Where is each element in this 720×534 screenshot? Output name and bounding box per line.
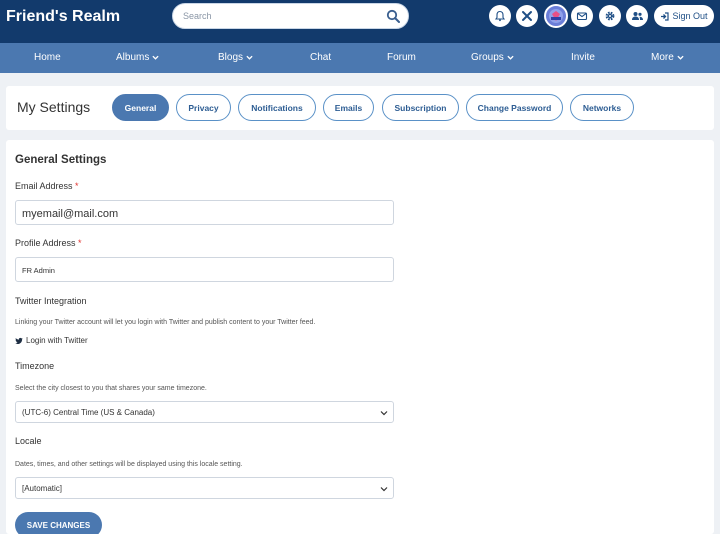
save-changes-button[interactable]: SAVE CHANGES	[15, 512, 102, 534]
tools-button[interactable]	[516, 5, 538, 27]
locale-select[interactable]: [Automatic]	[15, 477, 394, 499]
top-bar: Friend's Realm Search Sign Out	[0, 0, 720, 43]
sign-out-icon	[661, 11, 670, 21]
chevron-down-icon	[507, 55, 514, 60]
main-nav: Home Albums Blogs Chat Forum Groups Invi…	[0, 43, 720, 73]
login-with-twitter-label: Login with Twitter	[26, 336, 88, 345]
general-settings-panel: General Settings Email Address * myemail…	[6, 140, 714, 534]
login-with-twitter-link[interactable]: Login with Twitter	[15, 336, 88, 345]
messages-button[interactable]	[571, 5, 593, 27]
required-mark: *	[75, 181, 79, 191]
twitter-hint: Linking your Twitter account will let yo…	[15, 319, 316, 326]
chevron-down-icon	[677, 55, 684, 60]
notifications-button[interactable]	[489, 5, 511, 27]
settings-button[interactable]	[599, 5, 621, 27]
twitter-icon	[15, 337, 23, 344]
tab-change-password[interactable]: Change Password	[466, 94, 563, 121]
nav-chat[interactable]: Chat	[310, 43, 331, 73]
timezone-label: Timezone	[15, 361, 55, 371]
users-icon	[631, 12, 643, 20]
tab-subscription[interactable]: Subscription	[382, 94, 459, 121]
settings-tab-bar: My Settings General Privacy Notification…	[6, 86, 714, 130]
profile-address-field[interactable]: FR Admin	[15, 257, 394, 282]
page-title: My Settings	[17, 99, 91, 115]
envelope-icon	[576, 12, 588, 21]
locale-hint: Dates, times, and other settings will be…	[15, 461, 243, 468]
nav-blogs[interactable]: Blogs	[218, 43, 253, 73]
email-field[interactable]: myemail@mail.com	[15, 200, 394, 225]
nav-groups[interactable]: Groups	[471, 43, 514, 73]
tools-icon	[522, 11, 532, 21]
profile-avatar-button[interactable]	[544, 4, 568, 28]
tab-emails[interactable]: Emails	[323, 94, 374, 121]
chevron-down-icon	[380, 411, 388, 416]
chevron-down-icon	[246, 55, 253, 60]
timezone-value: (UTC-6) Central Time (US & Canada)	[22, 408, 155, 417]
required-mark: *	[78, 238, 82, 248]
timezone-hint: Select the city closest to you that shar…	[15, 385, 207, 392]
profile-address-label: Profile Address *	[15, 238, 82, 248]
bell-icon	[494, 10, 506, 22]
gear-icon	[605, 11, 615, 21]
tab-networks[interactable]: Networks	[570, 94, 634, 121]
email-label: Email Address *	[15, 181, 79, 191]
tab-general[interactable]: General	[112, 94, 169, 121]
search-input[interactable]: Search	[183, 11, 212, 21]
profile-address-value: FR Admin	[22, 266, 55, 275]
site-logo[interactable]: Friend's Realm	[6, 8, 120, 26]
chevron-down-icon	[152, 55, 159, 60]
email-value: myemail@mail.com	[22, 208, 119, 220]
locale-label: Locale	[15, 436, 42, 446]
chevron-down-icon	[380, 487, 388, 492]
sign-out-button[interactable]: Sign Out	[654, 5, 714, 27]
tab-privacy[interactable]: Privacy	[176, 94, 231, 121]
nav-invite[interactable]: Invite	[571, 43, 595, 73]
nav-more[interactable]: More	[651, 43, 684, 73]
nav-albums[interactable]: Albums	[116, 43, 159, 73]
nav-forum[interactable]: Forum	[387, 43, 416, 73]
section-title: General Settings	[15, 154, 107, 166]
search-icon[interactable]	[386, 9, 400, 23]
tab-notifications[interactable]: Notifications	[238, 94, 316, 121]
friends-button[interactable]	[626, 5, 648, 27]
twitter-integration-label: Twitter Integration	[15, 296, 87, 306]
locale-value: [Automatic]	[22, 484, 63, 493]
search-box[interactable]: Search	[172, 3, 409, 29]
sign-out-label: Sign Out	[672, 11, 708, 21]
timezone-select[interactable]: (UTC-6) Central Time (US & Canada)	[15, 401, 394, 423]
avatar-badge-icon	[549, 9, 563, 23]
nav-home[interactable]: Home	[34, 43, 61, 73]
